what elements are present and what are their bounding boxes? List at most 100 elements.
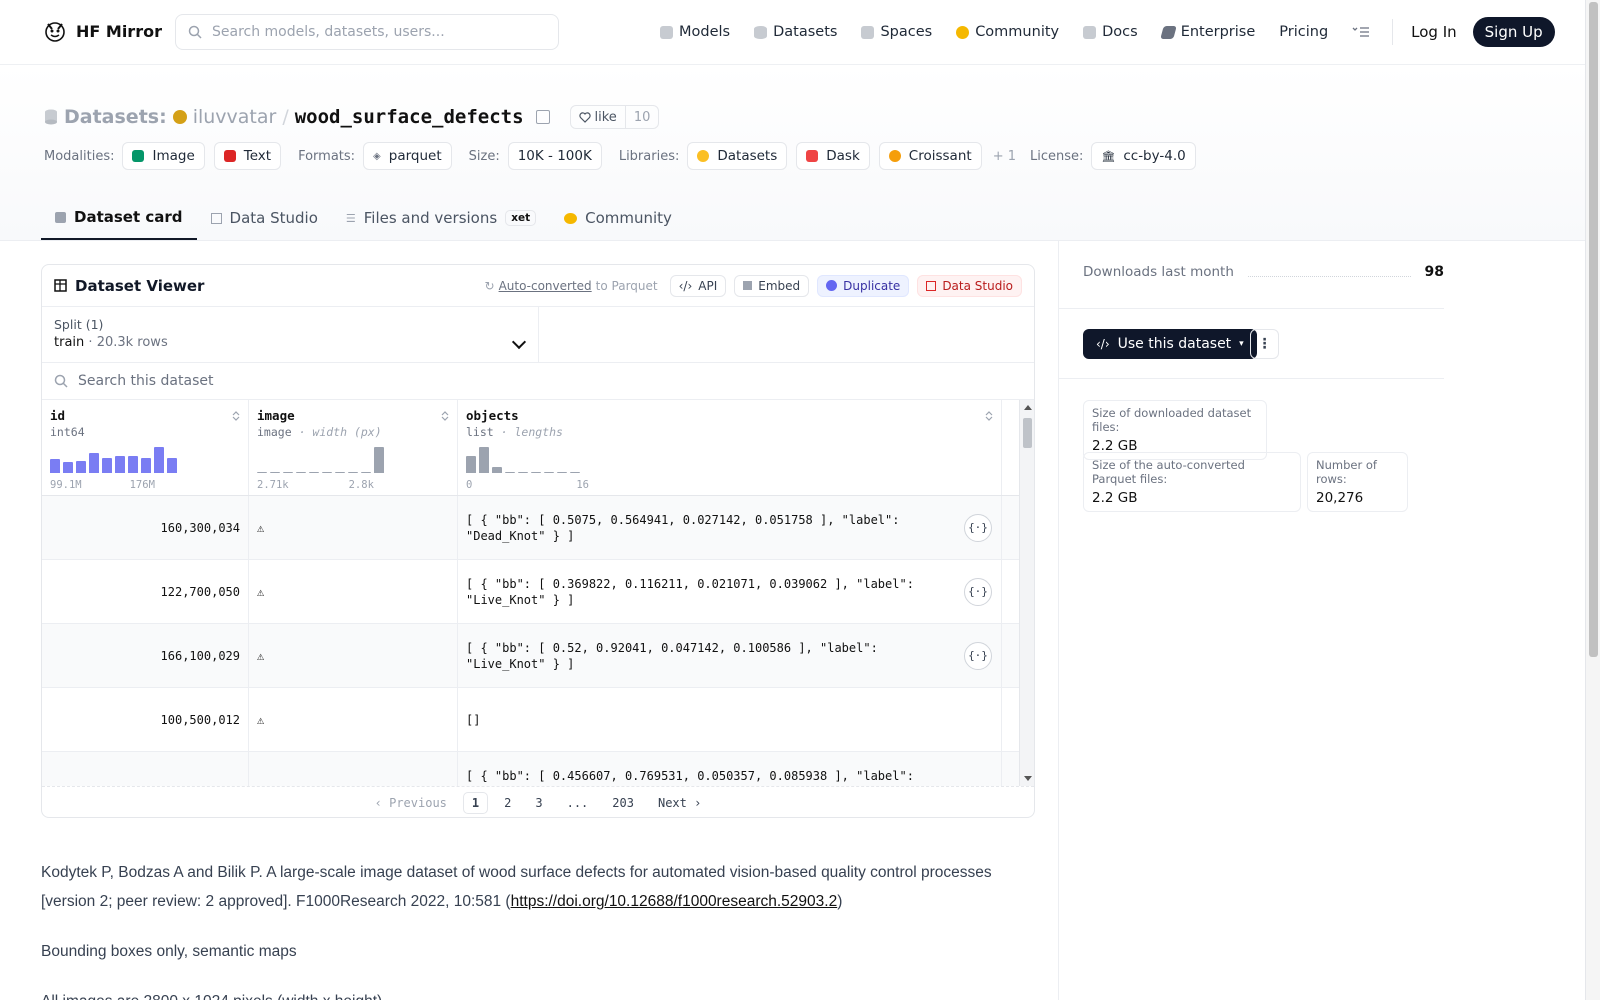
like-button[interactable]: like 10	[569, 105, 660, 129]
column-objects[interactable]: objects list · lengths 0 16	[458, 400, 1002, 495]
tag-size[interactable]: 10K - 100K	[507, 142, 602, 170]
nav-more-menu[interactable]	[1352, 26, 1370, 38]
libraries-more[interactable]: + 1	[993, 149, 1016, 164]
table-row[interactable]: 122,700,050 ⚠ [ { "bb": [ 0.369822, 0.11…	[42, 560, 1034, 624]
json-view-button[interactable]: {·}	[964, 514, 992, 542]
cube-icon	[55, 211, 66, 223]
sort-icon[interactable]	[441, 410, 449, 422]
nav-spaces[interactable]: Spaces	[861, 24, 932, 40]
json-view-button[interactable]: {·}	[964, 642, 992, 670]
sort-icon[interactable]	[232, 410, 240, 422]
signup-button[interactable]: Sign Up	[1472, 17, 1555, 47]
tag-license[interactable]: 🏛 cc-by-4.0	[1091, 142, 1196, 170]
histogram-bar	[479, 447, 489, 473]
next-label: Next	[657, 796, 687, 810]
nav-community[interactable]: Community	[956, 24, 1059, 40]
tab-data-studio[interactable]: Data Studio	[197, 196, 332, 240]
dask-icon	[806, 150, 819, 162]
downloads-label: Downloads last month	[1083, 264, 1234, 280]
tag-text[interactable]: Text	[213, 142, 282, 170]
doi-link[interactable]: https://doi.org/10.12688/f1000research.5…	[511, 893, 838, 910]
page-button[interactable]: 1	[462, 792, 489, 814]
histogram-bar	[115, 456, 125, 473]
page-button[interactable]: 2	[496, 793, 519, 813]
tag-croissant[interactable]: Croissant	[878, 142, 982, 170]
stat-download-size: Size of downloaded dataset files: 2.2 GB	[1083, 400, 1267, 460]
viewer-actions: ↻ Auto-converted to Parquet ‹/› API Embed…	[485, 274, 1022, 297]
page-button[interactable]: 3	[527, 793, 550, 813]
dataset-search[interactable]	[42, 363, 1034, 400]
copy-icon[interactable]	[535, 110, 550, 124]
column-image[interactable]: image image · width (px) 2.71k 2.8k	[249, 400, 458, 495]
dataset-name[interactable]: wood_surface_defects	[295, 106, 524, 128]
column-id-range: 99.1M 176M	[50, 479, 155, 491]
duplicate-button[interactable]: Duplicate	[817, 274, 910, 297]
tag-datasets[interactable]: Datasets	[687, 142, 788, 170]
cell-image[interactable]: ⚠	[249, 560, 458, 623]
nav-enterprise[interactable]: Enterprise	[1159, 24, 1255, 40]
previous-page-button[interactable]: ‹ Previous	[367, 793, 455, 813]
page-button[interactable]: 203	[604, 793, 642, 813]
dataset-search-input[interactable]	[78, 373, 478, 389]
table-row[interactable]: 160,300,034 ⚠ [ { "bb": [ 0.5075, 0.5649…	[42, 496, 1034, 560]
chat-icon	[564, 212, 578, 224]
tab-files[interactable]: ☰ Files and versions xet	[332, 196, 550, 240]
scroll-thumb[interactable]	[1023, 418, 1032, 448]
split-select[interactable]: Split (1) train · 20.3k rows	[42, 307, 539, 362]
tab-community[interactable]: Community	[550, 196, 686, 240]
like-label: like	[594, 109, 617, 125]
range-min: 0	[466, 479, 473, 491]
split-dot: ·	[88, 335, 93, 350]
more-options-button[interactable]: ⋮	[1250, 329, 1279, 359]
histogram-id	[50, 443, 177, 473]
scroll-up-icon[interactable]	[1024, 405, 1032, 410]
tab-dataset-card[interactable]: Dataset card	[41, 196, 197, 240]
auto-converted-link[interactable]: Auto-converted	[499, 279, 592, 293]
objects-value: []	[466, 712, 481, 727]
hf-emoji-icon	[697, 150, 710, 162]
cell-image[interactable]: ⚠	[249, 624, 458, 687]
table-row[interactable]: 100,500,012 ⚠ []	[42, 688, 1034, 752]
nav-datasets[interactable]: Datasets	[754, 24, 837, 40]
table-icon	[54, 279, 67, 292]
nav-docs[interactable]: Docs	[1083, 24, 1138, 40]
pagination: ‹ Previous 1 2 3 ... 203 Next ›	[42, 786, 1034, 817]
cell-image[interactable]	[249, 752, 458, 786]
json-view-button[interactable]: {·}	[964, 578, 992, 606]
cell-image[interactable]: ⚠	[249, 496, 458, 559]
table-row[interactable]: 166,100,029 ⚠ [ { "bb": [ 0.52, 0.92041,…	[42, 624, 1034, 688]
user-avatar	[172, 110, 187, 124]
login-link[interactable]: Log In	[1411, 23, 1457, 41]
column-id[interactable]: id int64 99.1M 176M	[42, 400, 249, 495]
breadcrumb-user[interactable]: iluvvatar	[193, 106, 277, 128]
nav-models[interactable]: Models	[660, 24, 730, 40]
page-scrollbar[interactable]	[1585, 0, 1600, 1000]
range-min: 99.1M	[50, 479, 82, 491]
hf-logo-icon	[45, 22, 65, 42]
data-studio-button[interactable]: Data Studio	[917, 274, 1022, 297]
global-search[interactable]	[175, 14, 559, 50]
objects-value: [ { "bb": [ 0.456607, 0.769531, 0.050357…	[466, 769, 914, 783]
cell-image[interactable]: ⚠	[249, 688, 458, 751]
embed-button[interactable]: Embed	[734, 274, 810, 297]
scroll-down-icon[interactable]	[1024, 776, 1032, 781]
tag-image[interactable]: Image	[122, 142, 205, 170]
global-search-input[interactable]	[212, 24, 542, 40]
tag-dask[interactable]: Dask	[796, 142, 870, 170]
api-button[interactable]: ‹/› API	[669, 274, 727, 297]
chevron-down-icon: ▾	[1239, 339, 1244, 349]
nav-pricing[interactable]: Pricing	[1279, 24, 1328, 40]
next-page-button[interactable]: Next ›	[650, 793, 709, 813]
tag-dask-label: Dask	[826, 148, 860, 164]
grid-scrollbar[interactable]	[1019, 400, 1034, 786]
brand[interactable]: HF Mirror	[42, 18, 162, 44]
use-dataset-button[interactable]: ‹/› Use this dataset ▾	[1083, 329, 1257, 359]
downloads-stat: Downloads last month 98	[1083, 264, 1444, 280]
page-scroll-thumb[interactable]	[1589, 2, 1598, 657]
brand-name: HF Mirror	[76, 21, 162, 41]
tag-parquet[interactable]: ◈ parquet	[363, 142, 452, 170]
table-row[interactable]: [ { "bb": [ 0.456607, 0.769531, 0.050357…	[42, 752, 1034, 786]
sort-icon[interactable]	[985, 410, 993, 422]
citation-paragraph: Kodytek P, Bodzas A and Bilik P. A large…	[41, 858, 1001, 916]
database-icon	[45, 109, 57, 125]
